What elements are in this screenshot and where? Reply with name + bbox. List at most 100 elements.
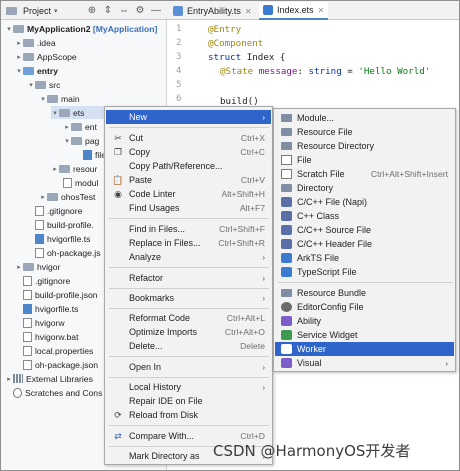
close-icon[interactable]: ✕ — [245, 7, 252, 16]
tree-item-root[interactable]: ▾ MyApplication2 [MyApplication] — [5, 22, 157, 35]
context-menu: New › ✂ Cut Ctrl+X ❐ Copy Ctrl+C Copy Path/Re… — [104, 106, 273, 465]
submenu-item-ability[interactable]: Ability — [275, 314, 454, 328]
tree-item[interactable]: ▾ src — [27, 78, 60, 91]
tree-item[interactable]: hvigorw.bat — [23, 330, 78, 343]
menu-item-local-history[interactable]: Local History › — [106, 380, 271, 394]
submenu-item-module[interactable]: Module... — [275, 111, 454, 125]
tree-item[interactable]: ▾ entry — [15, 64, 58, 77]
compare-icon: ⇄ — [114, 430, 122, 441]
chevron-right-icon: ▸ — [41, 193, 45, 201]
project-view-selector[interactable]: Project ▾ — [3, 3, 61, 18]
submenu-item-scratch-file[interactable]: Scratch File Ctrl+Alt+Shift+Insert — [275, 167, 454, 181]
menu-item-bookmarks[interactable]: Bookmarks › — [106, 291, 271, 305]
tree-item[interactable]: oh-package.js — [35, 246, 101, 259]
folder-icon — [23, 52, 34, 61]
resource-bundle-icon — [281, 289, 292, 297]
tab-label: EntryAbility.ts — [187, 6, 241, 16]
submenu-item-visual[interactable]: Visual › — [275, 356, 454, 370]
folder-icon — [59, 108, 70, 117]
menu-item-reload[interactable]: ⟳ Reload from Disk — [106, 408, 271, 422]
tree-item[interactable]: hvigorfile.ts — [35, 232, 90, 245]
locate-icon[interactable]: ⊕ — [85, 3, 99, 18]
menu-item-analyze[interactable]: Analyze › — [106, 250, 271, 264]
tree-item[interactable]: ▸ hvigor — [15, 260, 60, 273]
menu-item-copy[interactable]: ❐ Copy Ctrl+C — [106, 145, 271, 159]
submenu-item-file[interactable]: File — [275, 153, 454, 167]
tree-item[interactable]: local.properties — [23, 344, 93, 357]
tree-item[interactable]: ▸ resour — [51, 162, 97, 175]
submenu-item-service-widget[interactable]: Service Widget — [275, 328, 454, 342]
tree-item[interactable]: ▸ .idea — [15, 36, 55, 49]
json-file-icon — [35, 219, 44, 230]
tree-item[interactable]: .gitignore — [35, 204, 82, 217]
submenu-item-cpp-napi[interactable]: C/C++ File (Napi) — [275, 195, 454, 209]
top-toolbar: Project ▾ ⊕ ⇕ ⇔ ⚙ — EntryAbility.ts ✕ In… — [1, 1, 459, 20]
tree-item[interactable]: ▸ External Libraries — [5, 372, 93, 385]
submenu-item-resource-bundle[interactable]: Resource Bundle — [275, 286, 454, 300]
typescript-icon — [281, 267, 292, 277]
menu-item-code-linter[interactable]: ◉ Code Linter Alt+Shift+H — [106, 187, 271, 201]
module-icon — [281, 114, 292, 122]
menu-item-reformat[interactable]: Reformat Code Ctrl+Alt+L — [106, 311, 271, 325]
module-folder-icon — [23, 66, 34, 75]
tree-item[interactable]: .gitignore — [23, 274, 70, 287]
menu-item-optimize-imports[interactable]: Optimize Imports Ctrl+Alt+O — [106, 325, 271, 339]
submenu-item-resource-directory[interactable]: Resource Directory — [275, 139, 454, 153]
linter-icon: ◉ — [114, 188, 122, 199]
file-icon — [281, 155, 292, 165]
tree-item[interactable]: oh-package.json — [23, 358, 98, 371]
tree-item[interactable]: build-profile.json — [23, 288, 98, 301]
collapse-all-icon[interactable]: ⇔ — [117, 3, 131, 18]
code-line: struct Index { — [208, 52, 286, 63]
file-icon — [23, 331, 32, 342]
watermark: CSDN @HarmonyOS开发者 — [213, 442, 411, 460]
gear-icon[interactable]: ⚙ — [133, 3, 147, 18]
expand-all-icon[interactable]: ⇕ — [101, 3, 115, 18]
menu-item-find-usages[interactable]: Find Usages Alt+F7 — [106, 201, 271, 215]
chevron-right-icon: › — [262, 252, 265, 262]
chevron-down-icon: ▾ — [7, 25, 11, 33]
submenu-item-cpp-class[interactable]: C++ Class — [275, 209, 454, 223]
folder-icon — [35, 80, 46, 89]
tree-item[interactable]: ▾ pag — [63, 134, 99, 147]
tree-item[interactable]: ▸ AppScope — [15, 50, 76, 63]
close-icon[interactable]: ✕ — [318, 6, 325, 15]
menu-separator — [109, 218, 269, 219]
tree-item[interactable]: ▸ ent — [63, 120, 97, 133]
submenu-item-directory[interactable]: Directory — [275, 181, 454, 195]
tab-index[interactable]: Index.ets ✕ — [259, 2, 329, 20]
menu-item-new[interactable]: New › — [106, 110, 271, 124]
submenu-item-editorconfig[interactable]: EditorConfig File — [275, 300, 454, 314]
submenu-item-cpp-header[interactable]: C/C++ Header File — [275, 237, 454, 251]
cpp-class-icon — [281, 211, 292, 221]
menu-item-paste[interactable]: 📋 Paste Ctrl+V — [106, 173, 271, 187]
menu-item-copy-path[interactable]: Copy Path/Reference... — [106, 159, 271, 173]
ts-file-icon — [35, 233, 44, 244]
menu-item-delete[interactable]: Delete... Delete — [106, 339, 271, 353]
project-folder-icon — [6, 6, 17, 15]
tree-item[interactable]: ▸ ohosTest — [39, 190, 95, 203]
tree-item[interactable]: modul — [63, 176, 98, 189]
menu-item-refactor[interactable]: Refactor › — [106, 271, 271, 285]
menu-item-find-in-files[interactable]: Find in Files... Ctrl+Shift+F — [106, 222, 271, 236]
folder-icon — [47, 94, 58, 103]
chevron-right-icon: › — [445, 358, 448, 368]
menu-item-open-in[interactable]: Open In › — [106, 360, 271, 374]
submenu-item-typescript[interactable]: TypeScript File — [275, 265, 454, 279]
tree-item[interactable]: hvigorw — [23, 316, 65, 329]
tree-item[interactable]: hvigorfile.ts — [23, 302, 78, 315]
submenu-item-arkts[interactable]: ArkTS File — [275, 251, 454, 265]
submenu-item-cpp-source[interactable]: C/C++ Source File — [275, 223, 454, 237]
tree-item[interactable]: build-profile. — [35, 218, 94, 231]
hide-icon[interactable]: — — [149, 3, 163, 18]
tree-item[interactable]: ▾ main — [39, 92, 79, 105]
ts-file-icon — [173, 6, 183, 16]
menu-item-repair-ide[interactable]: Repair IDE on File — [106, 394, 271, 408]
tree-item[interactable]: Scratches and Cons — [13, 386, 102, 399]
submenu-item-resource-file[interactable]: Resource File — [275, 125, 454, 139]
submenu-item-worker[interactable]: Worker — [275, 342, 454, 356]
tab-entryability[interactable]: EntryAbility.ts ✕ — [169, 2, 256, 20]
menu-separator — [109, 267, 269, 268]
menu-item-replace-in-files[interactable]: Replace in Files... Ctrl+Shift+R — [106, 236, 271, 250]
menu-item-cut[interactable]: ✂ Cut Ctrl+X — [106, 131, 271, 145]
